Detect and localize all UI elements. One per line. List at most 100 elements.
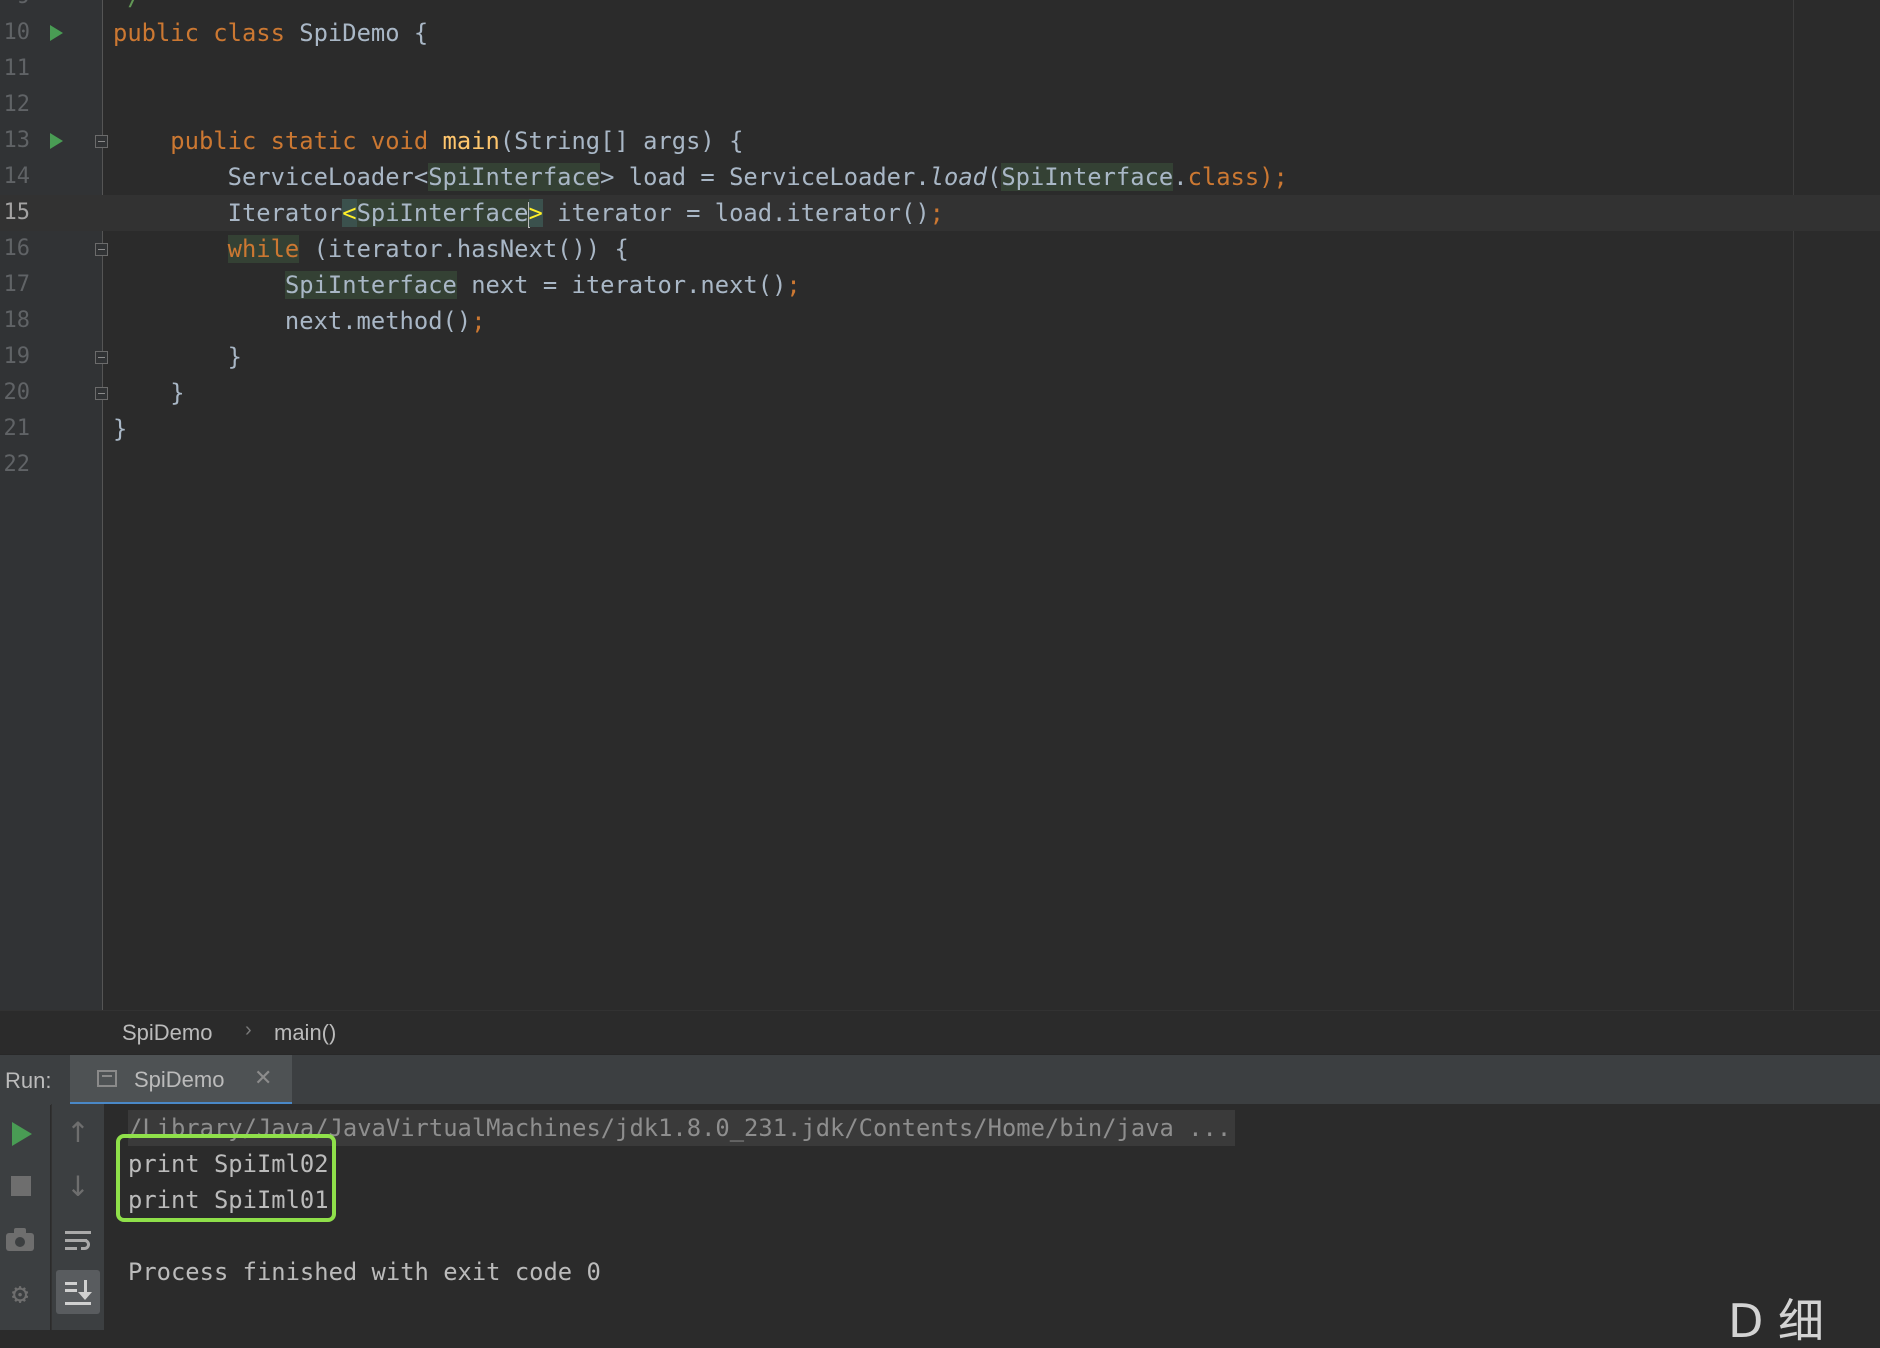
breadcrumb-separator: › — [245, 1019, 252, 1041]
breadcrumb-item-class[interactable]: SpiDemo — [122, 1020, 212, 1046]
line-number: 9 — [0, 0, 30, 15]
line-number: 11 — [3, 56, 31, 81]
code-line[interactable]: 16 while (iterator.hasNext()) { — [0, 231, 1880, 267]
code-line[interactable]: 20 } — [0, 375, 1880, 411]
tab-spidemo[interactable]: SpiDemo ✕ — [70, 1055, 292, 1105]
code-token: SpiDemo { — [299, 19, 429, 47]
code-token: while — [227, 235, 300, 263]
code-line[interactable]: 10 public class SpiDemo { — [0, 15, 1880, 51]
console-output-line: print SpiIml01 — [128, 1186, 329, 1214]
stop-icon[interactable] — [11, 1176, 31, 1196]
code-text: ServiceLoader<SpiInterface> load = Servi… — [113, 159, 1288, 195]
line-number: 22 — [3, 452, 31, 477]
code-text: } — [113, 379, 185, 407]
line-number: 20 — [3, 380, 31, 405]
current-code-line[interactable]: 15 Iterator<SpiInterface> iterator = loa… — [0, 195, 1880, 231]
code-token: class — [1187, 163, 1260, 191]
code-token: SpiInterface — [1001, 163, 1174, 191]
code-text: public class SpiDemo { — [113, 15, 428, 51]
code-line[interactable]: 13 public static void main(String[] args… — [0, 123, 1880, 159]
matched-bracket: > — [528, 199, 543, 227]
line-number: 17 — [3, 272, 31, 297]
line-number: 16 — [3, 236, 31, 261]
run-toolbar-secondary: ↑ ↓ — [51, 1104, 104, 1330]
arrow-down-icon[interactable]: ↓ — [63, 1172, 93, 1202]
fold-icon[interactable] — [95, 351, 108, 364]
soft-wrap-icon[interactable] — [63, 1226, 93, 1256]
line-number: 13 — [3, 128, 31, 153]
code-token: Iterator — [113, 199, 343, 227]
console-exit-message: Process finished with exit code 0 — [128, 1258, 601, 1286]
code-text: SpiInterface next = iterator.next(); — [113, 267, 801, 303]
breadcrumb-item-method[interactable]: main() — [274, 1020, 336, 1046]
code-token: ; — [471, 307, 486, 335]
code-line[interactable]: 11 — [0, 51, 1880, 87]
fold-icon[interactable] — [95, 135, 108, 148]
code-token: ( — [986, 163, 1002, 191]
line-number: 12 — [3, 92, 31, 117]
scroll-to-end-icon — [63, 1277, 93, 1307]
breadcrumb: SpiDemo › main() — [0, 1010, 1880, 1055]
code-token: next.method() — [113, 307, 472, 335]
console-output[interactable]: /Library/Java/JavaVirtualMachines/jdk1.8… — [104, 1104, 1880, 1330]
run-icon[interactable] — [50, 133, 63, 149]
code-token: > load = ServiceLoader. — [600, 163, 930, 191]
gear-icon[interactable]: ⚙ — [6, 1280, 34, 1308]
code-token: . — [1173, 163, 1188, 191]
close-icon[interactable]: ✕ — [254, 1065, 272, 1091]
code-text: } — [113, 415, 128, 443]
code-token: next = iterator.next() — [456, 271, 787, 299]
code-token: (iterator.hasNext()) { — [299, 235, 629, 263]
run-panel-label: Run: — [5, 1068, 52, 1093]
fold-icon[interactable] — [95, 243, 108, 256]
run-toolbar-primary: ⚙ — [0, 1104, 50, 1330]
code-token: iterator = load.iterator() — [542, 199, 930, 227]
run-panel-header: Run: SpiDemo ✕ — [0, 1054, 1880, 1105]
line-number: 14 — [3, 164, 31, 189]
code-text: Iterator<SpiInterface> iterator = load.i… — [113, 195, 944, 231]
code-token: public static void — [113, 127, 443, 155]
matched-bracket: < — [342, 199, 357, 227]
code-token: ; — [929, 199, 944, 227]
code-token: SpiInterface — [284, 271, 457, 299]
fold-icon[interactable] — [95, 387, 108, 400]
camera-icon[interactable] — [6, 1228, 36, 1251]
line-number: 15 — [3, 200, 31, 225]
code-text: next.method(); — [113, 303, 486, 339]
code-token: load — [929, 163, 987, 191]
run-icon[interactable] — [50, 25, 63, 41]
code-text: public static void main(String[] args) { — [113, 123, 743, 159]
code-line[interactable]: 12 — [0, 87, 1880, 123]
line-number: 21 — [3, 416, 31, 441]
code-token: (String[] args) { — [499, 127, 744, 155]
code-text: } — [113, 343, 242, 371]
code-line[interactable]: 19 } — [0, 339, 1880, 375]
code-line[interactable]: 18 next.method(); — [0, 303, 1880, 339]
scroll-to-end-button[interactable] — [56, 1270, 100, 1314]
code-token: public class — [113, 19, 300, 47]
code-token: ); — [1259, 163, 1288, 191]
code-line[interactable]: 22 — [0, 447, 1880, 483]
rerun-icon[interactable] — [12, 1122, 32, 1146]
code-token: SpiInterface — [356, 199, 529, 227]
code-token: main — [442, 127, 500, 155]
code-text: */ — [113, 0, 142, 15]
line-number: 19 — [3, 344, 31, 369]
code-line[interactable]: 9 */ — [0, 0, 1880, 15]
line-number: 10 — [3, 20, 31, 45]
console-icon — [97, 1070, 117, 1087]
code-text: while (iterator.hasNext()) { — [113, 231, 629, 267]
code-editor[interactable]: 9 */ 10 public class SpiDemo { 11 12 13 … — [0, 0, 1880, 1010]
code-token: SpiInterface — [428, 163, 601, 191]
arrow-up-icon[interactable]: ↑ — [63, 1118, 93, 1148]
console-output-line: print SpiIml02 — [128, 1150, 329, 1178]
code-token: ServiceLoader< — [113, 163, 429, 191]
line-number: 18 — [3, 308, 31, 333]
code-line[interactable]: 17 SpiInterface next = iterator.next(); — [0, 267, 1880, 303]
watermark: D 细 — [1728, 1294, 1825, 1348]
code-line[interactable]: 14 ServiceLoader<SpiInterface> load = Se… — [0, 159, 1880, 195]
code-line[interactable]: 21 } — [0, 411, 1880, 447]
code-token: ; — [786, 271, 801, 299]
